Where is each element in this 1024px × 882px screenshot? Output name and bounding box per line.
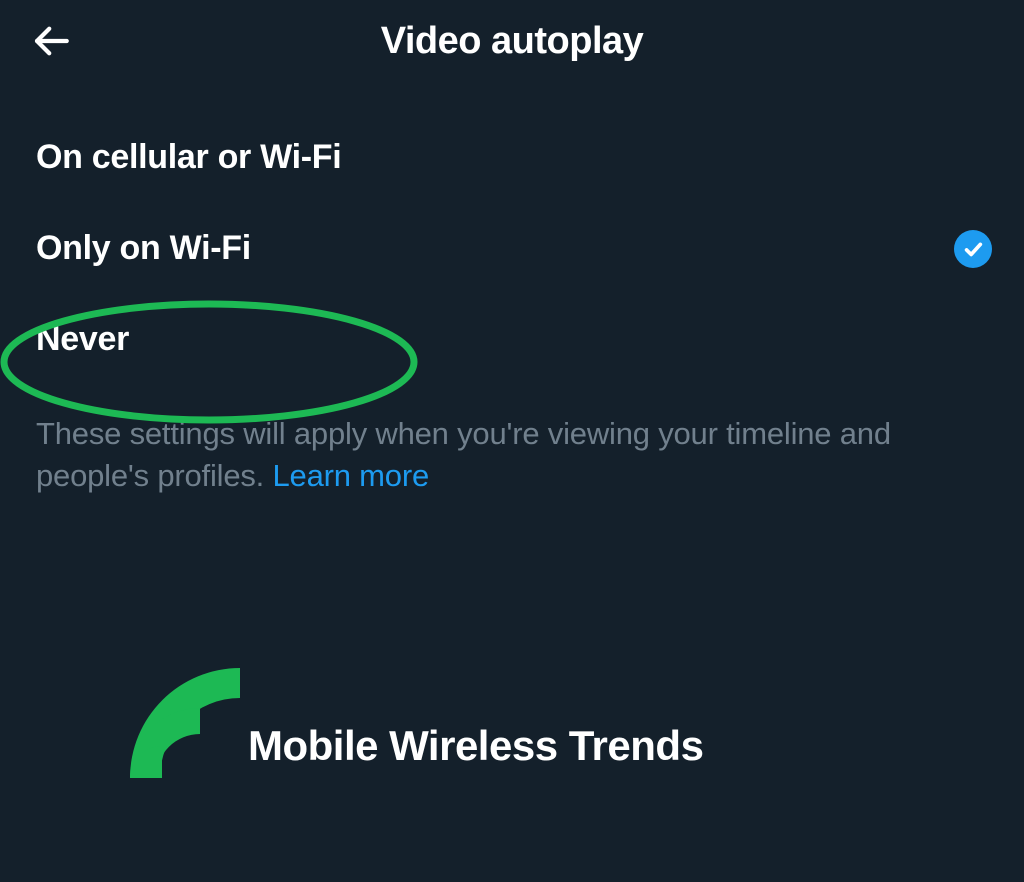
watermark-text: Mobile Wireless Trends — [248, 722, 703, 778]
option-label: Never — [36, 320, 129, 359]
options-list: On cellular or Wi-Fi Only on Wi-Fi Never — [0, 82, 1024, 385]
signal-icon — [130, 668, 240, 778]
option-cellular-wifi[interactable]: On cellular or Wi-Fi — [0, 112, 1024, 203]
settings-description: These settings will apply when you're vi… — [0, 385, 1024, 497]
checkmark-icon — [962, 238, 984, 260]
header: Video autoplay — [0, 0, 1024, 82]
watermark: Mobile Wireless Trends — [130, 668, 703, 778]
back-button[interactable] — [28, 18, 74, 64]
arrow-left-icon — [30, 20, 72, 62]
description-text: These settings will apply when you're vi… — [36, 416, 891, 493]
learn-more-link[interactable]: Learn more — [272, 458, 429, 493]
page-title: Video autoplay — [381, 20, 644, 63]
option-label: On cellular or Wi-Fi — [36, 138, 341, 177]
selected-indicator — [954, 230, 992, 268]
option-never[interactable]: Never — [0, 294, 1024, 385]
option-wifi-only[interactable]: Only on Wi-Fi — [0, 203, 1024, 294]
option-label: Only on Wi-Fi — [36, 229, 251, 268]
